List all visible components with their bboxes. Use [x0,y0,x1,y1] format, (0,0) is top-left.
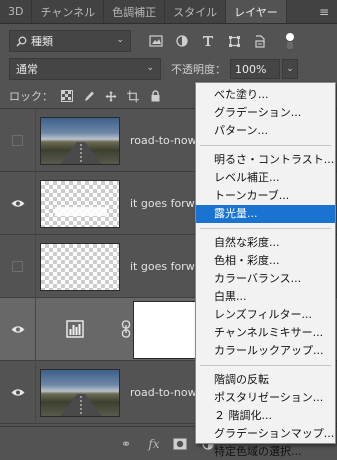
lock-all-icon[interactable] [149,90,161,102]
layer-name[interactable]: road-to-nowhere [130,109,198,172]
layer-name[interactable]: road-to-nowhere [130,361,198,424]
chevron-down-icon: ⌄ [116,35,124,45]
lock-label: ロック： [9,90,53,103]
lock-transparent-icon[interactable] [61,90,73,102]
visibility-toggle[interactable] [0,361,36,424]
tab-bar-spacer [287,0,311,23]
menu-item-pattern[interactable]: パターン... [196,122,335,140]
layer-name[interactable]: it goes forward [130,235,198,298]
menu-item-invert[interactable]: 階調の反転 [196,371,335,389]
panel-menu-icon[interactable]: ≡ [311,0,337,23]
menu-item-gradient-map[interactable]: グラデーションマップ... [196,425,335,443]
eye-icon [11,200,24,207]
opacity-dropdown-icon[interactable]: ⌄ [282,59,298,79]
menu-item-solid-color[interactable]: べた塗り... [196,86,335,104]
adjustment-filter-icon[interactable] [175,34,189,48]
tab-channels[interactable]: チャンネル [32,0,105,23]
filter-toggle-icon[interactable] [285,32,295,50]
visibility-toggle[interactable] [0,298,36,361]
menu-item-levels[interactable]: レベル補正... [196,169,335,187]
menu-item-exposure[interactable]: 露光量... [196,205,335,223]
menu-item-color-lookup[interactable]: カラールックアップ... [196,342,335,360]
layer-thumbnail [40,243,120,291]
chain-link-icon[interactable] [121,320,131,338]
visibility-toggle[interactable] [0,235,36,298]
menu-item-selective-color[interactable]: 特定色域の選択... [196,443,335,460]
hidden-box-icon [12,261,23,272]
adjustment-layer-menu: べた塗り... グラデーション... パターン... 明るさ・コントラスト...… [195,82,336,458]
search-icon [16,36,27,47]
menu-item-hue-saturation[interactable]: 色相・彩度... [196,252,335,270]
tab-3d[interactable]: 3D [0,0,33,23]
layer-filter-row: 種類 ⌄ [0,26,337,56]
add-mask-icon[interactable] [172,436,188,452]
menu-item-vibrance[interactable]: 自然な彩度... [196,234,335,252]
shape-filter-icon[interactable] [227,34,241,48]
filter-kind-label: 種類 [31,35,53,48]
fx-icon[interactable]: fx [146,436,162,452]
blend-mode-select[interactable]: 通常 ⌄ [9,58,161,80]
opacity-input[interactable]: 100% [230,59,280,79]
menu-separator [200,365,331,366]
menu-item-gradient[interactable]: グラデーション... [196,104,335,122]
blend-row: 通常 ⌄ 不透明度： 100% ⌄ [0,57,337,81]
layer-thumbnail [40,369,120,417]
layer-name[interactable]: it goes forward [130,172,198,235]
layer-thumbnail [40,180,120,228]
eye-icon [11,326,24,333]
layer-thumbnail [40,117,120,165]
opacity-label: 不透明度： [171,63,226,76]
menu-item-posterize[interactable]: ポスタリゼーション... [196,389,335,407]
panel-tab-bar: 3D チャンネル 色調補正 スタイル レイヤー ≡ [0,0,337,24]
menu-item-brightness-contrast[interactable]: 明るさ・コントラスト... [196,151,335,169]
image-filter-icon[interactable] [149,34,163,48]
hidden-box-icon [12,135,23,146]
visibility-toggle[interactable] [0,109,36,172]
menu-separator [200,228,331,229]
eye-icon [11,389,24,396]
menu-item-threshold[interactable]: ２ 階調化... [196,407,335,425]
levels-adjustment-icon[interactable] [66,320,84,338]
tab-layers[interactable]: レイヤー [226,0,287,23]
menu-item-black-white[interactable]: 白黒... [196,288,335,306]
blend-mode-label: 通常 [16,63,38,76]
chevron-down-icon: ⌄ [146,63,154,73]
lock-artboard-icon[interactable] [127,90,139,102]
lock-image-icon[interactable] [83,90,95,102]
type-filter-icon[interactable] [201,34,215,48]
lock-position-icon[interactable] [105,90,117,102]
menu-separator [200,145,331,146]
filter-kind-select[interactable]: 種類 ⌄ [9,30,131,52]
menu-item-channel-mixer[interactable]: チャンネルミキサー... [196,324,335,342]
menu-item-curves[interactable]: トーンカーブ... [196,187,335,205]
smart-object-filter-icon[interactable] [253,34,267,48]
tab-adjustments[interactable]: 色調補正 [104,0,166,23]
menu-item-color-balance[interactable]: カラーバランス... [196,270,335,288]
layer-mask-thumbnail[interactable] [134,302,196,358]
tab-styles[interactable]: スタイル [165,0,227,23]
menu-item-photo-filter[interactable]: レンズフィルター... [196,306,335,324]
link-layers-icon[interactable]: ⚭ [118,436,134,452]
visibility-toggle[interactable] [0,172,36,235]
